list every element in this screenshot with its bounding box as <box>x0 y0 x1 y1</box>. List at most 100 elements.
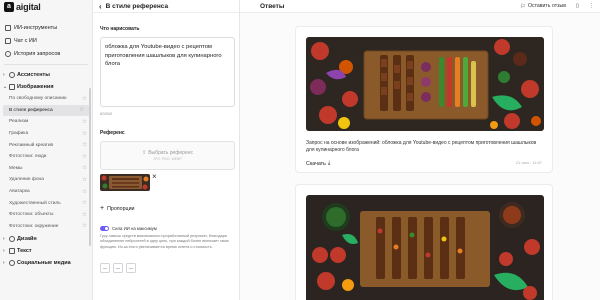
star-icon[interactable]: ☆ <box>82 189 87 195</box>
logo-text: aigital <box>16 1 41 12</box>
grid-icon <box>5 24 11 31</box>
logo-mark: a <box>4 1 14 12</box>
sidebar-item-ai-tools[interactable]: ИИ-инструменты <box>0 21 92 34</box>
star-icon[interactable]: ☆ <box>82 96 87 102</box>
upload-icon: ⇪ <box>141 150 147 156</box>
panel-title: В стиле референса <box>105 2 169 10</box>
dropzone-main: ⇪ Выбрать референс <box>142 150 193 156</box>
sidebar-subitem-label: В стиле референса <box>9 107 53 113</box>
image-items-list: По свободному описанию ☆ В стиле референса… <box>0 93 92 232</box>
feedback-button[interactable]: ⚐ Оставить отзыв <box>521 3 566 10</box>
answer-card: Запрос на основе изображений: обложка дл… <box>295 26 553 173</box>
download-icon: ⤓ <box>327 160 331 166</box>
max-ai-toggle[interactable] <box>100 226 109 231</box>
sidebar-item-history[interactable]: История запросов <box>0 47 92 60</box>
reference-label: Референс <box>100 130 125 136</box>
social-icon <box>9 260 15 267</box>
group-label: Социальные медиа <box>17 260 71 267</box>
answer-timestamp: 21 июл., 11:57 <box>515 160 542 165</box>
prompt-label: Что нарисовать <box>100 26 140 32</box>
sidebar-subitem-label: По свободному описанию <box>9 96 67 102</box>
sidebar: a aigital ИИ-инструменты Чат с ИИ Истори… <box>0 0 93 300</box>
ratio-option[interactable] <box>100 263 110 273</box>
sidebar-subitem[interactable]: Фотостоки: объекты ☆ <box>0 209 92 221</box>
sidebar-subitem[interactable]: Реализм ☆ <box>0 116 92 128</box>
download-label: Скачать <box>306 160 326 167</box>
chat-icon <box>5 37 11 44</box>
max-ai-toggle-row[interactable]: Сила ИИ на максимум <box>100 226 157 231</box>
panel-header: ‹ В стиле референса <box>93 0 239 13</box>
sidebar-subitem[interactable]: Художественный стиль ☆ <box>0 197 92 209</box>
star-icon[interactable]: ☆ <box>82 154 87 160</box>
text-icon <box>9 248 15 255</box>
reference-thumbnail-image <box>100 174 150 191</box>
dropzone-hint: JPG, PNG, WEBP <box>153 157 182 161</box>
group-assistants[interactable]: › Ассистенты <box>0 69 92 81</box>
star-icon[interactable]: ☆ <box>82 131 87 137</box>
proportions-label: Пропорции <box>107 205 135 212</box>
bookmark-icon[interactable]: ▯ <box>576 3 579 9</box>
group-social[interactable]: › Социальные медиа <box>0 257 92 269</box>
star-icon[interactable]: ☆ <box>79 107 84 113</box>
answers-header: Ответы ⚐ Оставить отзыв ▯ ⋮ <box>240 0 600 13</box>
sidebar-subitem-label: Аватарка <box>9 189 30 195</box>
image-icon <box>9 84 15 90</box>
sidebar-subitem[interactable]: Удаление фона ☆ <box>0 174 92 186</box>
prompt-text: обложка для Youtube-видео с рецептом при… <box>105 44 222 67</box>
sidebar-subitem[interactable]: Графика ☆ <box>0 128 92 140</box>
reference-dropzone[interactable]: ⇪ Выбрать референс JPG, PNG, WEBP <box>100 141 235 170</box>
sidebar-subitem[interactable]: Мемы ☆ <box>0 163 92 175</box>
sidebar-subitem-label: Удаление фона <box>9 177 44 183</box>
ratio-option[interactable] <box>113 263 123 273</box>
star-icon[interactable]: ☆ <box>82 142 87 148</box>
download-button[interactable]: Скачать ⤓ <box>306 160 330 167</box>
assistant-icon <box>9 72 15 78</box>
sidebar-subitem-label: Мемы <box>9 165 23 171</box>
sidebar-subitem[interactable]: Фотостоки: люди ☆ <box>0 151 92 163</box>
sidebar-subitem[interactable]: Аватарка ☆ <box>0 186 92 198</box>
star-icon[interactable]: ☆ <box>82 200 87 206</box>
group-images[interactable]: ⌄ Изображения <box>0 81 92 93</box>
group-label: Дизайн <box>17 236 37 243</box>
reference-thumbnail[interactable] <box>100 174 150 191</box>
toggle-description: Гуру-чавыш средств максимально проработа… <box>100 234 229 249</box>
more-menu-icon[interactable]: ⋮ <box>589 3 594 9</box>
history-icon <box>5 50 11 57</box>
back-arrow-icon[interactable]: ‹ <box>99 2 102 11</box>
generated-image[interactable] <box>306 37 544 131</box>
sidebar-subitem-label: Реализм <box>9 119 29 125</box>
star-icon[interactable]: ☆ <box>82 223 87 229</box>
answer-card <box>295 184 553 300</box>
sidebar-item-ai-chat[interactable]: Чат с ИИ <box>0 34 92 47</box>
sidebar-subitem-label: Фотостоки: люди <box>9 154 47 160</box>
design-icon <box>9 236 15 243</box>
remove-reference-icon[interactable]: × <box>152 173 157 181</box>
sidebar-scrollbar[interactable] <box>89 88 91 246</box>
star-icon[interactable]: ☆ <box>82 212 87 218</box>
prompt-textarea[interactable]: обложка для Youtube-видео с рецептом при… <box>100 37 235 107</box>
ratio-option[interactable] <box>126 263 136 273</box>
group-text[interactable]: › Текст <box>0 245 92 257</box>
chevron-right-icon: › <box>3 248 5 255</box>
group-design[interactable]: › Дизайн <box>0 233 92 245</box>
ratio-options <box>100 263 136 273</box>
sidebar-subitem[interactable]: Фотостоки: окружение ☆ <box>0 221 92 233</box>
generated-image[interactable] <box>306 195 544 300</box>
star-icon[interactable]: ☆ <box>82 119 87 125</box>
chevron-right-icon: › <box>3 72 5 78</box>
sidebar-item-label: История запросов <box>14 50 61 57</box>
flag-icon: ⚐ <box>520 3 526 10</box>
sidebar-subitem[interactable]: В стиле референса ☆ <box>3 104 89 117</box>
chevron-right-icon: › <box>3 236 5 243</box>
group-label: Текст <box>17 248 32 255</box>
sidebar-item-label: ИИ-инструменты <box>14 24 58 31</box>
proportions-button[interactable]: + Пропорции <box>100 205 135 212</box>
dropzone-text: Выбрать референс <box>148 150 193 156</box>
star-icon[interactable]: ☆ <box>82 165 87 171</box>
sidebar-subitem[interactable]: Рекламный креатив ☆ <box>0 139 92 151</box>
logo[interactable]: a aigital <box>0 0 92 13</box>
chevron-down-icon: ⌄ <box>3 84 8 90</box>
sidebar-subitem[interactable]: По свободному описанию ☆ <box>0 93 92 105</box>
chevron-right-icon: › <box>3 260 5 267</box>
star-icon[interactable]: ☆ <box>82 177 87 183</box>
